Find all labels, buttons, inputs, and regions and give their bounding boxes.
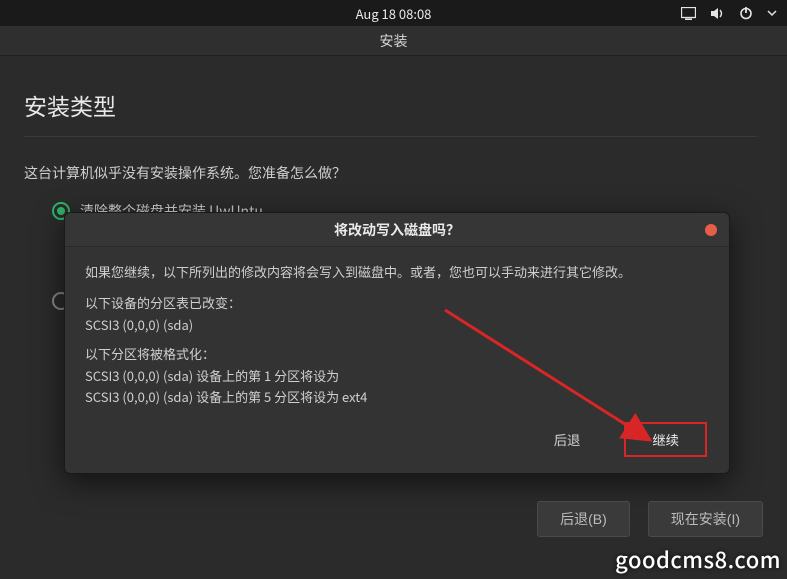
dialog-intro: 如果您继续，以下所列出的修改内容将会写入到磁盘中。或者，您也可以手动来进行其它修…: [85, 261, 709, 282]
confirm-dialog: 将改动写入磁盘吗？ 如果您继续，以下所列出的修改内容将会写入到磁盘中。或者，您也…: [64, 212, 730, 474]
wizard-footer-buttons: 后退(B) 现在安装(I): [537, 501, 763, 537]
close-icon[interactable]: [705, 224, 717, 236]
wizard-install-button[interactable]: 现在安装(I): [648, 501, 763, 537]
top-menubar: Aug 18 08:08: [0, 0, 787, 26]
dialog-title: 将改动写入磁盘吗？: [65, 213, 729, 247]
window-title: 安装: [0, 26, 787, 56]
datetime-label: Aug 18 08:08: [356, 4, 432, 23]
separator: [24, 136, 757, 137]
power-icon[interactable]: [739, 6, 753, 20]
dialog-footer: 后退 继续: [65, 412, 729, 473]
partition-table-item: SCSI3 (0,0,0) (sda): [85, 314, 709, 335]
volume-icon[interactable]: [710, 7, 725, 20]
partition-table-header: 以下设备的分区表已改变：: [85, 292, 709, 313]
format-item: SCSI3 (0,0,0) (sda) 设备上的第 5 分区将设为 ext4: [85, 386, 709, 407]
wizard-back-button[interactable]: 后退(B): [537, 501, 630, 537]
main-content: 安装类型 这台计算机似乎没有安装操作系统。您准备怎么做？ 清除整个磁盘并安装 U…: [0, 56, 787, 221]
question-text: 这台计算机似乎没有安装操作系统。您准备怎么做？: [24, 163, 757, 183]
screen-icon[interactable]: [681, 7, 696, 20]
format-item: SCSI3 (0,0,0) (sda) 设备上的第 1 分区将设为: [85, 365, 709, 386]
format-header: 以下分区将被格式化：: [85, 343, 709, 364]
topbar-status-icons: [681, 6, 777, 20]
dialog-body: 如果您继续，以下所列出的修改内容将会写入到磁盘中。或者，您也可以手动来进行其它修…: [65, 247, 729, 412]
back-button[interactable]: 后退: [540, 424, 595, 455]
chevron-down-icon[interactable]: [767, 9, 777, 17]
page-title: 安装类型: [24, 88, 757, 122]
continue-button[interactable]: 继续: [624, 422, 707, 457]
watermark: goodcms8.com: [615, 543, 781, 575]
